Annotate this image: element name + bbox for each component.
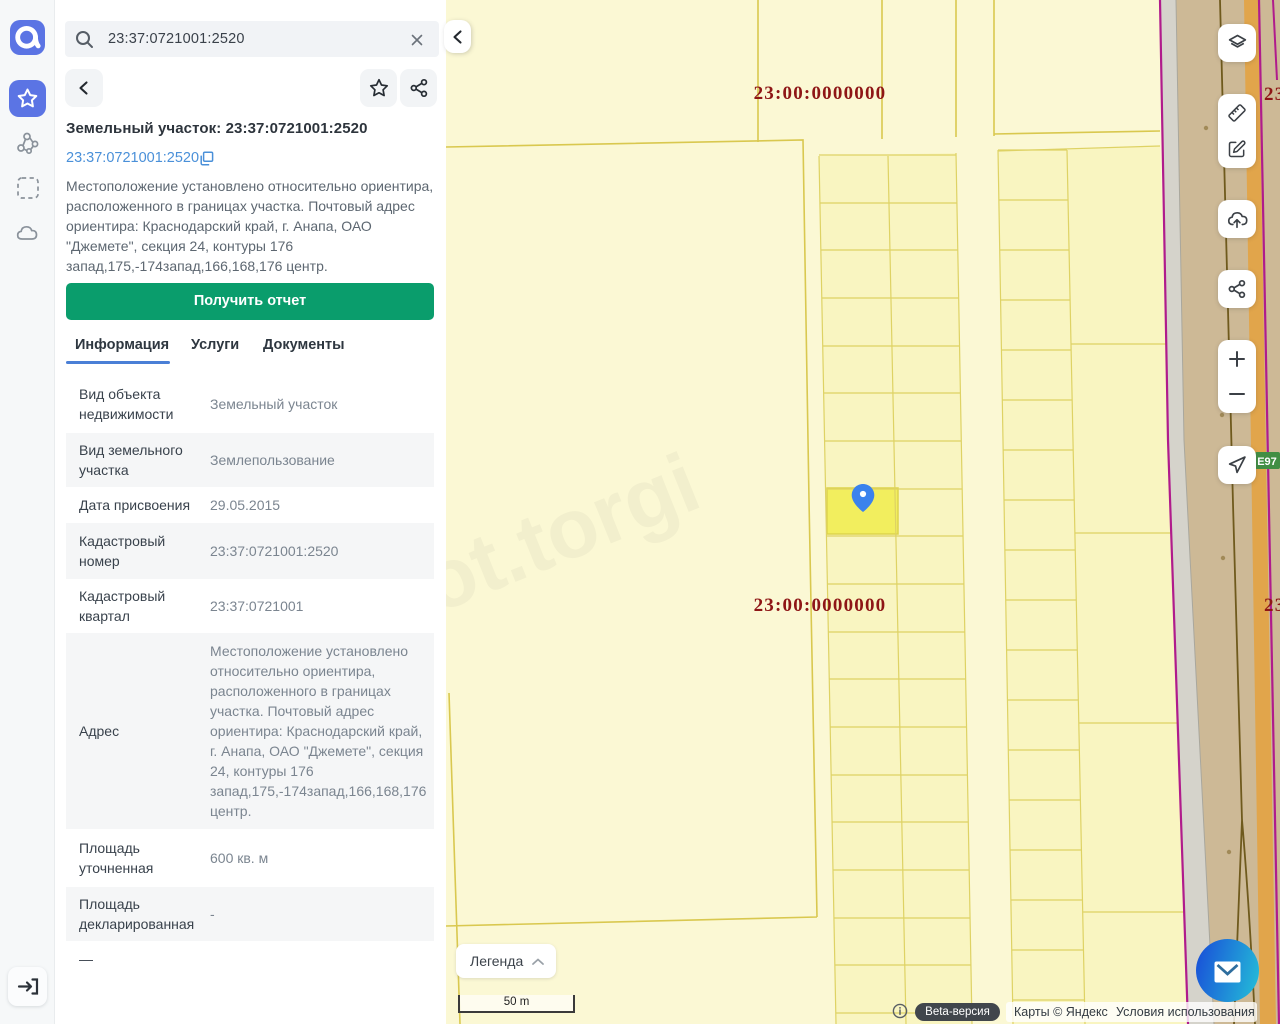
svg-text:23:0: 23:0	[1264, 595, 1280, 616]
svg-text:23:00:0000000: 23:00:0000000	[754, 595, 887, 616]
svg-text:Е97: Е97	[1257, 456, 1277, 468]
svg-text:23:00:0000000: 23:00:0000000	[754, 83, 887, 104]
svg-text:23:0: 23:0	[1264, 84, 1280, 105]
